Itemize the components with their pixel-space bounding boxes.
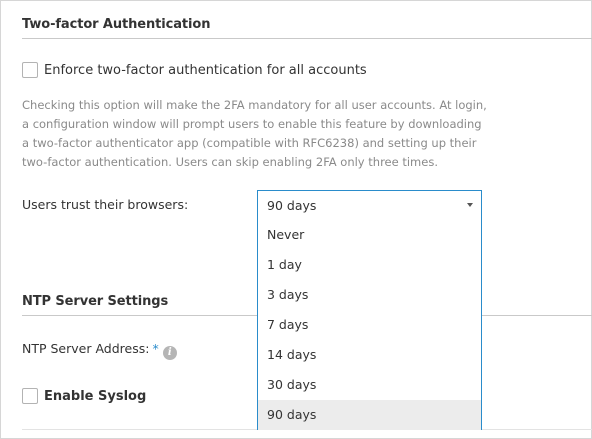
info-icon[interactable]: i (162, 346, 177, 360)
enforce-2fa-label[interactable]: Enforce two-factor authentication for al… (44, 63, 367, 78)
dropdown-option-never[interactable]: Never (258, 220, 481, 250)
required-marker: * (152, 341, 159, 356)
ntp-section-title: NTP Server Settings (22, 294, 169, 309)
trust-browsers-select[interactable]: 90 days (257, 190, 482, 220)
ntp-address-label: NTP Server Address: (22, 341, 150, 356)
settings-panel: Two-factor Authentication Enforce two-fa… (0, 0, 592, 439)
enable-syslog-label[interactable]: Enable Syslog (44, 389, 146, 404)
enforce-2fa-checkbox[interactable] (22, 62, 38, 78)
dropdown-option-3-days[interactable]: 3 days (258, 280, 481, 310)
twofa-section-divider (22, 38, 592, 39)
dropdown-option-7-days[interactable]: 7 days (258, 310, 481, 340)
ntp-address-label-row: NTP Server Address: * i (22, 341, 177, 360)
dropdown-option-14-days[interactable]: 14 days (258, 340, 481, 370)
trust-browsers-label: Users trust their browsers: (22, 197, 189, 212)
trust-browsers-dropdown-list: Never 1 day 3 days 7 days 14 days 30 day… (257, 220, 482, 430)
twofa-help-text: Checking this option will make the 2FA m… (22, 98, 487, 169)
trust-browsers-selected-value: 90 days (267, 198, 317, 213)
dropdown-option-90-days[interactable]: 90 days (258, 400, 481, 430)
enable-syslog-checkbox[interactable] (22, 388, 38, 404)
chevron-down-icon (467, 203, 473, 207)
dropdown-option-1-day[interactable]: 1 day (258, 250, 481, 280)
twofa-section-title: Two-factor Authentication (22, 17, 211, 32)
dropdown-option-30-days[interactable]: 30 days (258, 370, 481, 400)
